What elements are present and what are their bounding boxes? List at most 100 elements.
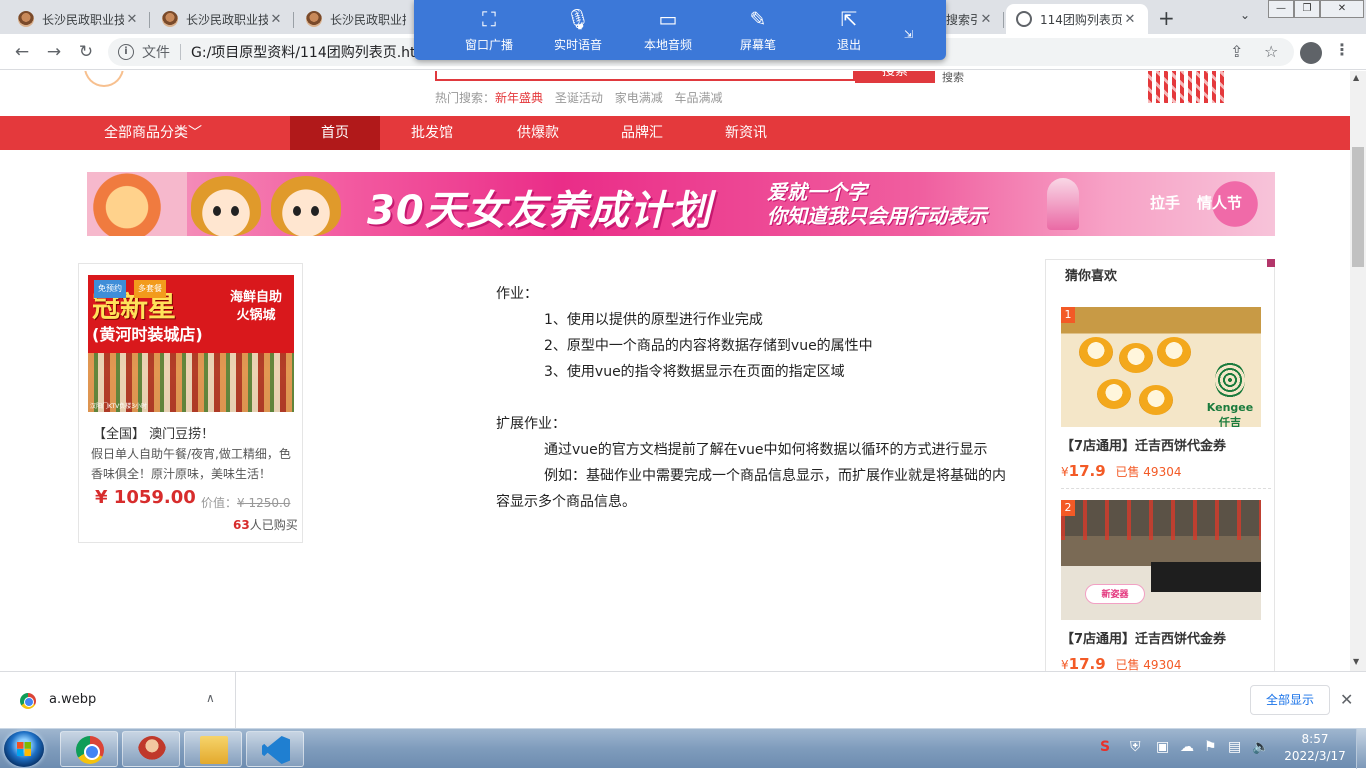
chrome-file-icon: [20, 693, 36, 709]
restore-button[interactable]: ❐: [1294, 0, 1320, 18]
page-viewport: 搜索 搜索 热门搜索：新年盛典 圣诞活动 家电满减 车品满减 全部商品分类﹀ 首…: [0, 71, 1350, 671]
search-input[interactable]: [435, 71, 855, 81]
site-favicon-icon: [18, 11, 34, 27]
clock-date: 2022/3/17: [1284, 749, 1346, 763]
taskbar-app[interactable]: [122, 731, 180, 767]
recommend-item[interactable]: Kengee 仟吉 1 【7店通用】迁吉西饼代金券 ¥17.9 已售 49304: [1061, 307, 1261, 480]
original-price-value: ¥ 1250.0: [237, 496, 291, 510]
cloud-icon[interactable]: ☁: [1180, 739, 1194, 755]
forward-arrow-icon[interactable]: →: [42, 40, 66, 64]
promo-banner[interactable]: 30天女友养成计划 爱就一个字 你知道我只会用行动表示 拉手 情人节: [87, 172, 1275, 236]
search-link[interactable]: 搜索: [942, 71, 964, 85]
nav-news[interactable]: 新资讯: [706, 116, 786, 150]
site-favicon-icon: [162, 11, 178, 27]
flag-icon[interactable]: ⚑: [1204, 739, 1217, 755]
bookmark-star-icon[interactable]: ☆: [1264, 42, 1278, 61]
sold-count: 63人已购买: [233, 516, 298, 533]
taskbar-vscode[interactable]: [246, 731, 304, 767]
menu-kebab-icon[interactable]: ⋮: [1334, 40, 1350, 59]
scrollbar-thumb[interactable]: [1352, 147, 1364, 267]
minimize-button[interactable]: —: [1268, 0, 1294, 18]
browser-tab[interactable]: 搜索引 ✕: [946, 4, 1004, 34]
nav-all-categories[interactable]: 全部商品分类﹀: [104, 116, 202, 150]
info-icon[interactable]: i: [118, 44, 134, 60]
taskbar-chrome[interactable]: [60, 731, 118, 767]
browser-tab-active[interactable]: 114团购列表页 ✕: [1006, 4, 1148, 34]
close-tab-icon[interactable]: ✕: [268, 12, 284, 27]
no-reservation-badge: 免预约: [94, 280, 126, 298]
pen-icon: ✎: [749, 7, 767, 31]
app-person-icon: [138, 736, 166, 764]
recommend-name[interactable]: 【7店通用】迁吉西饼代金券: [1061, 628, 1261, 647]
hot-search: 热门搜索：新年盛典 圣诞活动 家电满减 车品满减: [435, 89, 731, 106]
window-close-button[interactable]: ✕: [1320, 0, 1364, 18]
product-title[interactable]: 【全国】 澳门豆捞！: [93, 423, 214, 442]
volume-icon[interactable]: 🔈: [1252, 739, 1269, 755]
recommend-image[interactable]: 新姿器 2: [1061, 500, 1261, 620]
rank-badge: 1: [1061, 307, 1075, 323]
browser-tab[interactable]: 长沙民政职业技: [296, 4, 416, 34]
share-icon[interactable]: ⇪: [1230, 42, 1243, 61]
back-arrow-icon[interactable]: ←: [10, 40, 34, 64]
product-image[interactable]: 冠新星 (黄河时装城店) 海鲜自助 火锅城 汉阳门KTV负楼3小时 免预约 多套…: [88, 275, 294, 412]
scroll-up-arrow-icon[interactable]: ▲: [1353, 73, 1359, 82]
system-clock[interactable]: 8:57 2022/3/17: [1284, 731, 1346, 765]
recommend-image[interactable]: Kengee 仟吉 1: [1061, 307, 1261, 427]
pin-icon[interactable]: ⇲: [904, 28, 918, 42]
new-tab-button[interactable]: +: [1158, 6, 1175, 30]
product-card[interactable]: 冠新星 (黄河时装城店) 海鲜自助 火锅城 汉阳门KTV负楼3小时 免预约 多套…: [78, 263, 303, 543]
network-tool-icon[interactable]: ▣: [1156, 739, 1169, 755]
input-method-icon[interactable]: S: [1100, 739, 1110, 755]
nav-hot-items[interactable]: 供爆款: [498, 116, 578, 150]
brand-logo: Kengee 仟吉: [1201, 361, 1259, 427]
scroll-down-arrow-icon[interactable]: ▼: [1353, 657, 1359, 666]
button-label: 实时语音: [553, 38, 602, 52]
exit-button[interactable]: ⇱ 退出: [809, 0, 889, 60]
download-filename[interactable]: a.webp: [49, 692, 96, 707]
window-broadcast-button[interactable]: ⛶ 窗口广播: [449, 0, 529, 60]
download-item[interactable]: a.webp ∧: [0, 672, 236, 729]
security-shield-icon[interactable]: ⛨: [1130, 739, 1141, 755]
show-all-button[interactable]: 全部显示: [1250, 685, 1330, 715]
site-favicon-icon: [306, 11, 322, 27]
close-tab-icon[interactable]: ✕: [1122, 12, 1138, 27]
tab-search-chevron-icon[interactable]: ⌄: [1240, 8, 1250, 22]
page-scrollbar[interactable]: ▲ ▼: [1350, 71, 1366, 671]
button-label: 退出: [836, 38, 861, 52]
extension-paragraph: 通过vue的官方文档提前了解在vue中如何将数据以循环的方式进行显示: [544, 442, 988, 458]
local-audio-button[interactable]: ▭ 本地音频: [628, 0, 708, 60]
close-tab-icon[interactable]: ✕: [124, 12, 140, 27]
search-button[interactable]: 搜索: [855, 71, 935, 83]
start-button[interactable]: [4, 731, 44, 767]
taskbar-explorer[interactable]: [184, 731, 242, 767]
brand-name: Kengee 仟吉: [1206, 401, 1254, 427]
chevron-up-icon[interactable]: ∧: [206, 691, 215, 705]
close-tab-icon[interactable]: ✕: [978, 12, 994, 27]
live-voice-button[interactable]: 🎙 实时语音: [538, 0, 618, 60]
hot-search-link[interactable]: 家电满减: [615, 91, 663, 105]
recommend-name[interactable]: 【7店通用】迁吉西饼代金券: [1061, 435, 1261, 454]
hot-search-link[interactable]: 圣诞活动: [555, 91, 603, 105]
globe-icon: [1016, 11, 1032, 27]
browser-tab[interactable]: 长沙民政职业技 ✕: [152, 4, 294, 34]
sold-count-number: 63: [233, 518, 250, 532]
profile-avatar[interactable]: [1300, 42, 1322, 64]
nav-home[interactable]: 首页: [290, 116, 380, 150]
button-label: 窗口广播: [464, 38, 513, 52]
nav-wholesale[interactable]: 批发馆: [392, 116, 472, 150]
site-logo[interactable]: [84, 71, 254, 89]
recommend-item[interactable]: 新姿器 2 【7店通用】迁吉西饼代金券 ¥17.9 已售 49304: [1061, 500, 1261, 671]
close-icon[interactable]: ✕: [1340, 690, 1353, 709]
hot-search-link[interactable]: 车品满减: [675, 91, 723, 105]
brand-logo: 新姿器: [1085, 584, 1145, 604]
nav-brands[interactable]: 品牌汇: [602, 116, 682, 150]
tab-title: 搜索引: [946, 12, 978, 27]
screen-pen-button[interactable]: ✎ 屏幕笔: [718, 0, 798, 60]
browser-tab[interactable]: 长沙民政职业技 ✕: [8, 4, 150, 34]
banner-tag: 情人节: [1197, 194, 1243, 212]
hot-search-link[interactable]: 新年盛典: [495, 91, 543, 105]
url-text[interactable]: G:/项目原型资料/114团购列表页.html: [191, 42, 433, 62]
network-icon[interactable]: ▤: [1228, 739, 1241, 755]
reload-icon[interactable]: ↻: [74, 40, 98, 64]
show-desktop-button[interactable]: [1356, 729, 1366, 769]
